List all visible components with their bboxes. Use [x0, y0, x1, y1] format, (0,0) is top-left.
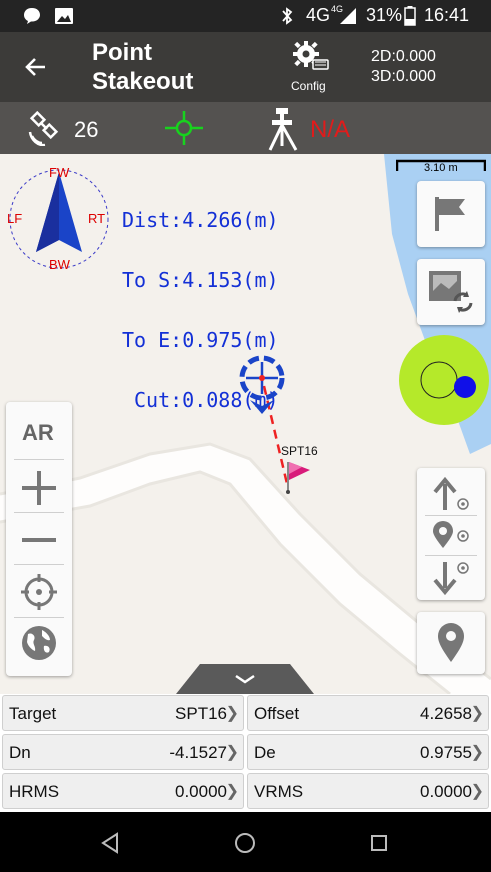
nearest-point-icon[interactable]	[429, 520, 473, 552]
info-cell-vrms[interactable]: VRMS 0.0000 ❯	[247, 773, 489, 809]
status-toolbar: 26 N/A	[0, 102, 491, 154]
precision-readout: 2D:0.000 3D:0.000	[371, 48, 436, 85]
chat-bubble-icon	[24, 8, 40, 24]
signal-icon	[340, 8, 356, 24]
config-label: Config	[291, 79, 326, 93]
zoom-in-icon[interactable]	[19, 468, 59, 508]
back-arrow-icon[interactable]	[24, 55, 48, 79]
satellite-count: 26	[74, 117, 99, 142]
compass-forward: FW	[49, 165, 70, 180]
tripod-icon[interactable]	[266, 106, 302, 152]
info-cell-target[interactable]: Target SPT16 ❯	[2, 695, 244, 731]
page-title: Point Stakeout	[92, 39, 194, 95]
network-type: 4G	[306, 5, 331, 25]
map-toolbar: AR	[6, 402, 72, 676]
flag-icon	[435, 197, 465, 231]
map-view[interactable]: FW BW LF RT Dist:4.266(m) To S:4.153(m) …	[0, 154, 491, 694]
chevron-right-icon: ❯	[470, 744, 484, 761]
status-bar: 4G 4G 31% 16:41	[0, 0, 491, 32]
flag-button[interactable]	[417, 181, 485, 247]
next-point-icon[interactable]	[429, 560, 473, 596]
zoom-out-icon[interactable]	[19, 520, 59, 560]
compass-right: RT	[88, 211, 106, 226]
system-nav-bar	[0, 812, 491, 872]
chevron-right-icon: ❯	[225, 783, 239, 800]
dist-value: Dist:4.266(m)	[122, 208, 279, 232]
compass-left: LF	[7, 211, 23, 226]
chevron-right-icon: ❯	[225, 744, 239, 761]
point-flag-icon[interactable]	[282, 460, 312, 494]
expand-panel-tab[interactable]	[176, 664, 314, 694]
home-circle-icon[interactable]	[234, 832, 256, 854]
to-east-value: To E:0.975(m)	[122, 328, 279, 352]
info-cell-dn[interactable]: Dn -4.1527 ❯	[2, 734, 244, 770]
map-switch-icon	[429, 271, 473, 313]
to-south-value: To S:4.153(m)	[122, 268, 279, 292]
scale-bar: 3.10 m	[395, 159, 487, 174]
location-pin-icon	[438, 623, 464, 662]
switch-map-button[interactable]	[417, 259, 485, 325]
recents-square-icon[interactable]	[370, 834, 388, 852]
config-button[interactable]: Config	[285, 40, 335, 98]
chevron-right-icon: ❯	[470, 783, 484, 800]
compass-backward: BW	[49, 257, 70, 272]
globe-icon[interactable]	[20, 624, 58, 662]
previous-point-icon[interactable]	[429, 476, 473, 512]
locate-icon[interactable]	[19, 572, 59, 612]
info-cell-offset[interactable]: Offset 4.2658 ❯	[247, 695, 489, 731]
chevron-right-icon: ❯	[470, 705, 484, 722]
clock: 16:41	[424, 5, 470, 25]
chevron-right-icon: ❯	[225, 705, 239, 722]
info-cell-hrms[interactable]: HRMS 0.0000 ❯	[2, 773, 244, 809]
crosshair-gps-icon[interactable]	[164, 110, 204, 146]
base-status: N/A	[310, 116, 351, 143]
point-nav-toolbar	[417, 468, 485, 600]
point-label: SPT16	[281, 444, 318, 458]
gear-icon	[293, 41, 329, 70]
ar-button[interactable]: AR	[22, 420, 54, 446]
image-icon	[55, 8, 73, 24]
battery-percent: 31%	[366, 5, 403, 25]
battery-icon	[404, 6, 416, 26]
app-header: Point Stakeout Config 2D:0.000 3D:0.000	[0, 32, 491, 102]
location-pin-button[interactable]	[417, 612, 485, 674]
satellite-icon[interactable]	[28, 110, 68, 146]
level-bubble	[399, 335, 489, 425]
bluetooth-icon	[282, 7, 293, 25]
info-cell-de[interactable]: De 0.9755 ❯	[247, 734, 489, 770]
back-triangle-icon[interactable]	[100, 832, 120, 854]
